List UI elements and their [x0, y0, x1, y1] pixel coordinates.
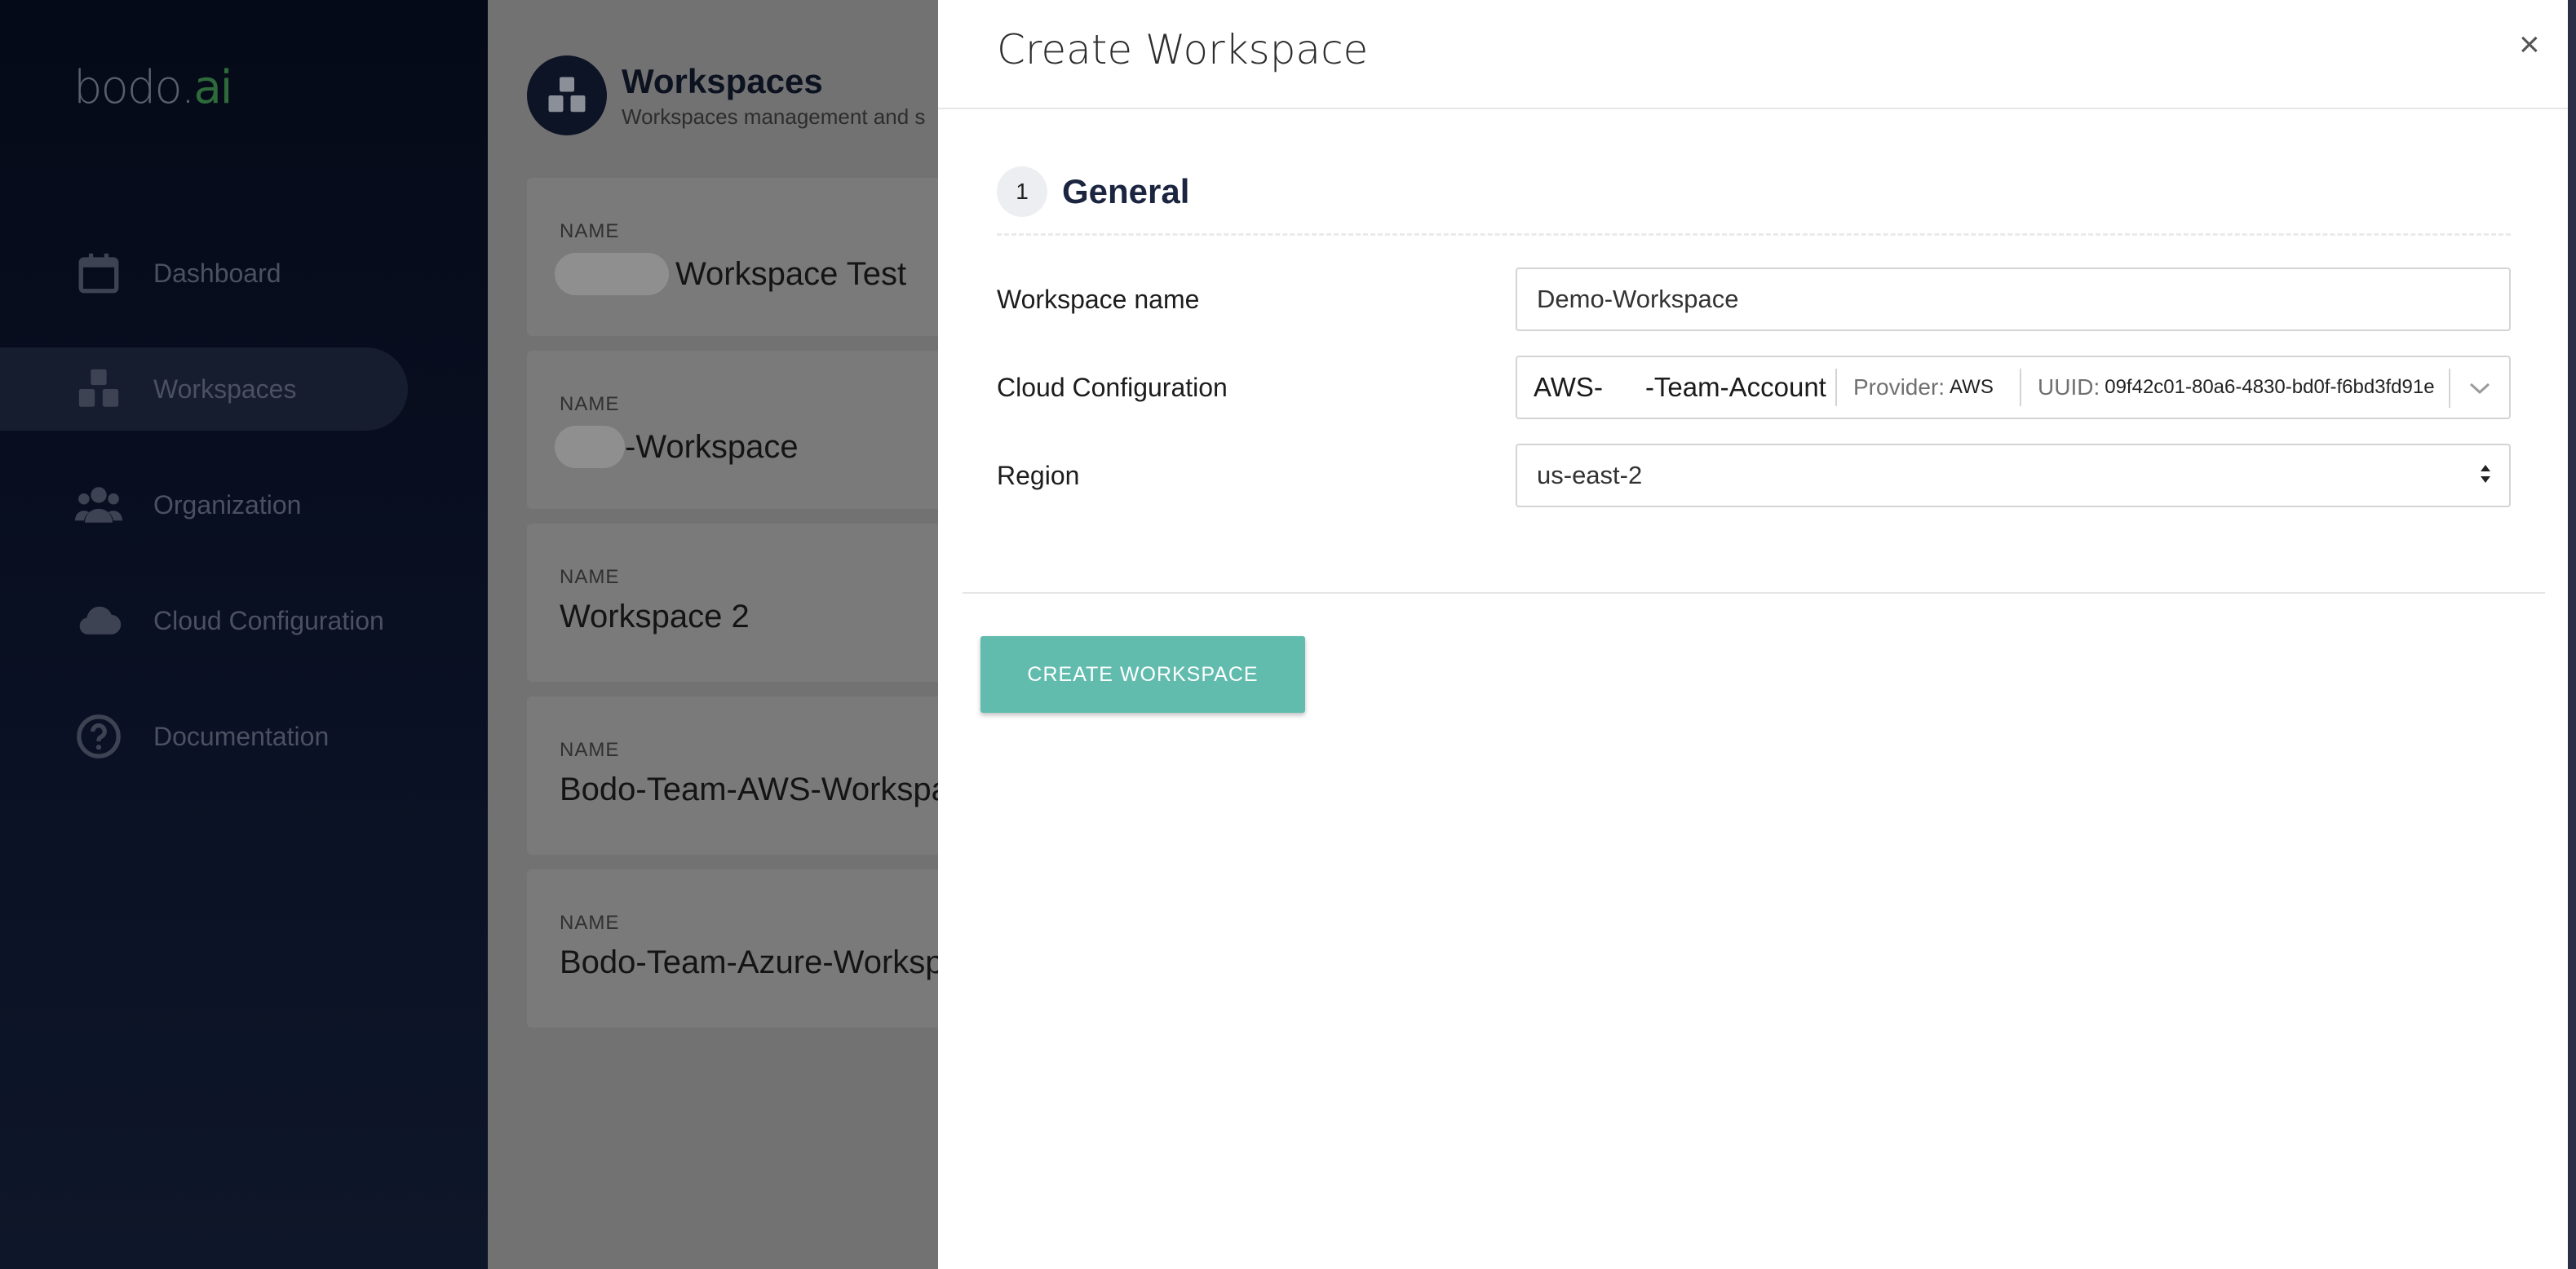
card-label: NAME [560, 739, 620, 761]
workspace-card[interactable]: NAME Workspace 2 [527, 524, 945, 682]
workspace-name-label: Workspace name [997, 284, 1200, 314]
footer-divider [963, 592, 2545, 594]
card-label: NAME [560, 393, 620, 415]
users-icon [73, 480, 124, 530]
workspace-name-row: Workspace name [997, 268, 2511, 331]
page-subtitle: Workspaces management and s [622, 104, 926, 129]
workspace-card[interactable]: NAME -Workspace [527, 351, 945, 509]
sidebar: bodo. ai Dashboard Workspaces Organizatio… [0, 0, 488, 1269]
cloud-icon [73, 595, 124, 646]
sidebar-item-label: Dashboard [153, 258, 281, 288]
section-title: General [1062, 172, 1190, 210]
section-divider [997, 233, 2511, 236]
create-workspace-button[interactable]: CREATE WORKSPACE [980, 636, 1305, 713]
uuid-key: UUID: [2038, 374, 2100, 400]
help-circle-icon [73, 711, 124, 762]
region-row: Region us-east-2 [997, 444, 2511, 507]
sidebar-item-label: Workspaces [153, 374, 297, 404]
card-label: NAME [560, 912, 620, 934]
logo-dot: . [180, 60, 196, 114]
sort-updown-icon [2478, 462, 2493, 490]
cloud-configuration-select[interactable]: AWS- -Team-Account Provider: AWS UUID: 09… [1516, 356, 2511, 419]
card-name: -Workspace [555, 426, 945, 468]
card-name: Workspace 2 [560, 599, 750, 634]
cloud-configuration-label: Cloud Configuration [997, 372, 1228, 402]
logo-accent: ai [193, 60, 232, 114]
cloud-config-name-prefix: AWS- [1534, 372, 1603, 402]
page-header: Workspaces Workspaces management and s [527, 55, 925, 135]
cloud-config-uuid: UUID: 09f42c01-80a6-4830-bd0f-f6bd3fd91e [2021, 369, 2447, 406]
cloud-config-provider: Provider: AWS [1837, 369, 2021, 406]
workspace-name-input[interactable] [1516, 268, 2511, 331]
card-label: NAME [560, 220, 620, 242]
workspace-card[interactable]: NAME Workspace Test [527, 178, 945, 336]
sidebar-nav: Dashboard Workspaces Organization Cloud … [0, 232, 408, 811]
create-workspace-modal: Create Workspace × 1 General Workspace n… [938, 0, 2576, 1269]
card-name: Workspace Test [555, 253, 945, 295]
calendar-icon [73, 248, 124, 298]
cloud-config-name-suffix: -Team-Account [1644, 372, 1826, 402]
modal-header: Create Workspace × [938, 0, 2568, 109]
provider-key: Provider: [1853, 374, 1945, 400]
card-name-text: -Workspace [625, 428, 799, 465]
bodo-logo[interactable]: bodo. ai [73, 59, 232, 116]
card-name: Bodo-Team-AWS-Workspa [560, 772, 945, 807]
sidebar-item-organization[interactable]: Organization [0, 463, 408, 546]
sidebar-item-documentation[interactable]: Documentation [0, 695, 408, 778]
sidebar-item-dashboard[interactable]: Dashboard [0, 232, 408, 315]
close-icon[interactable]: × [2519, 24, 2540, 65]
sidebar-item-label: Cloud Configuration [153, 605, 384, 635]
card-name: Bodo-Team-Azure-Worksp [560, 944, 944, 980]
workspaces-page: Workspaces Workspaces management and s N… [488, 0, 945, 1269]
sidebar-item-cloud-configuration[interactable]: Cloud Configuration [0, 579, 408, 662]
card-name-text: Workspace Test [675, 255, 907, 292]
uuid-value: 09f42c01-80a6-4830-bd0f-f6bd3fd91e [2105, 376, 2435, 398]
modal-edge [2568, 0, 2576, 1269]
modal-title: Create Workspace [997, 26, 1369, 73]
region-value: us-east-2 [1537, 461, 1643, 489]
step-number: 1 [997, 166, 1047, 217]
region-label: Region [997, 460, 1080, 490]
chevron-down-icon[interactable] [2449, 369, 2509, 408]
workspaces-icon [73, 364, 124, 414]
region-select[interactable]: us-east-2 [1516, 444, 2511, 507]
workspaces-avatar-icon [527, 55, 607, 135]
sidebar-item-label: Documentation [153, 721, 330, 751]
sidebar-item-workspaces[interactable]: Workspaces [0, 347, 408, 431]
section-header: 1 General [997, 166, 1189, 217]
logo-text: bodo [73, 60, 183, 114]
provider-value: AWS [1950, 376, 1994, 398]
card-label: NAME [560, 566, 620, 588]
cloud-config-name: AWS- -Team-Account [1517, 369, 1837, 406]
cloud-configuration-row: Cloud Configuration AWS- -Team-Account Pr… [997, 356, 2511, 419]
page-title: Workspaces [622, 61, 823, 100]
workspace-card[interactable]: NAME Bodo-Team-Azure-Worksp [527, 869, 945, 1028]
redacted-text [555, 253, 669, 295]
workspace-card[interactable]: NAME Bodo-Team-AWS-Workspa [527, 696, 945, 855]
sidebar-item-label: Organization [153, 489, 302, 520]
redacted-text [555, 426, 625, 468]
